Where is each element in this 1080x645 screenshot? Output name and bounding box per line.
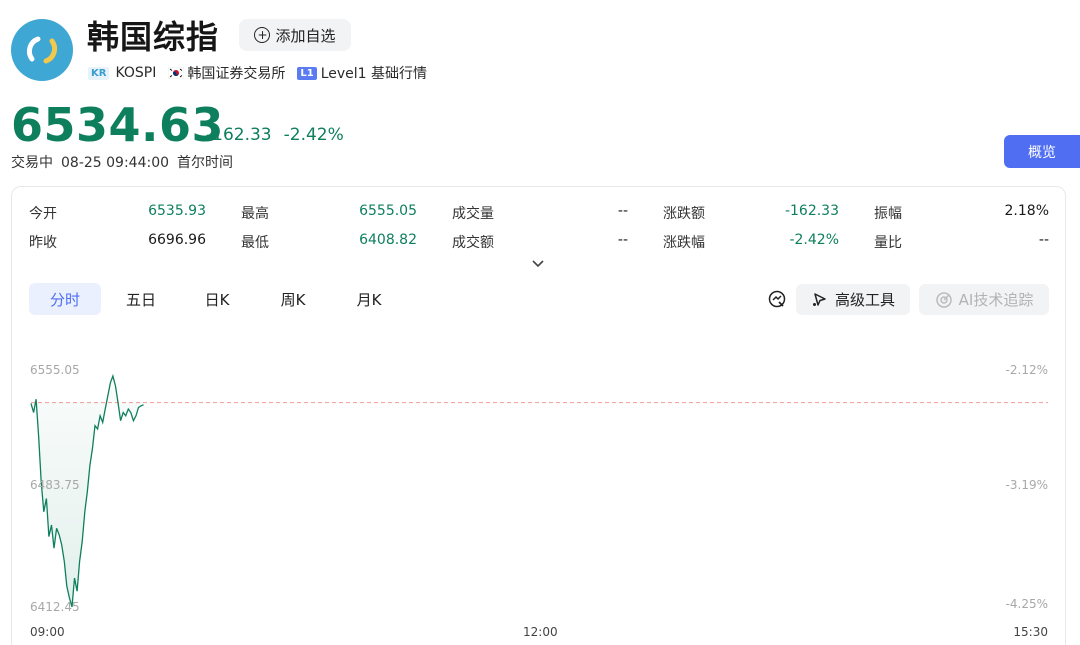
change-percent: -2.42% <box>283 125 344 145</box>
quote-panel: 今开 6535.93 最高 6555.05 成交量 -- 涨跌额 -162.33 振幅 2.18%… <box>11 186 1066 645</box>
price-change: -162.33 -2.42% <box>206 125 344 145</box>
current-price: 6534.63 <box>11 98 225 152</box>
x-tick-open: 09:00 <box>30 625 65 639</box>
intraday-chart[interactable] <box>12 187 1067 645</box>
y-tick-right-mid: -3.19% <box>1005 478 1048 492</box>
y-tick-left-bottom: 6412.45 <box>30 600 80 614</box>
index-logo <box>11 19 73 81</box>
quote-datetime: 08-25 09:44:00 <box>61 155 170 171</box>
exchange-label: 韩国证券交易所 <box>187 66 286 82</box>
plus-icon: + <box>254 27 271 43</box>
y-tick-left-mid: 6483.75 <box>30 478 80 492</box>
change-amount: -162.33 <box>206 125 272 145</box>
x-tick-close: 15:30 <box>1013 625 1048 639</box>
x-tick-noon: 12:00 <box>523 625 558 639</box>
y-tick-right-top: -2.12% <box>1005 363 1048 377</box>
add-watchlist-label: 添加自选 <box>275 26 336 45</box>
trading-status: 交易中 08-25 09:44:00 首尔时间 <box>11 152 233 172</box>
y-tick-right-bottom: -4.25% <box>1005 597 1048 611</box>
add-watchlist-button[interactable]: + 添加自选 <box>239 19 351 51</box>
timezone-label: 首尔时间 <box>177 155 234 171</box>
level-badge: L1 <box>297 66 317 80</box>
subtitle-bar: KR KOSPI 韩国证券交易所 L1 Level1 基础行情 <box>88 63 427 83</box>
overview-button[interactable]: 概览 <box>1004 135 1080 168</box>
y-tick-left-top: 6555.05 <box>30 363 80 377</box>
market-badge: KR <box>88 66 110 80</box>
symbol-label: KOSPI <box>115 65 157 81</box>
level-label: Level1 基础行情 <box>320 66 428 82</box>
page-title: 韩国综指 <box>87 18 220 56</box>
korea-flag-icon <box>168 66 185 80</box>
status-text: 交易中 <box>11 155 53 171</box>
